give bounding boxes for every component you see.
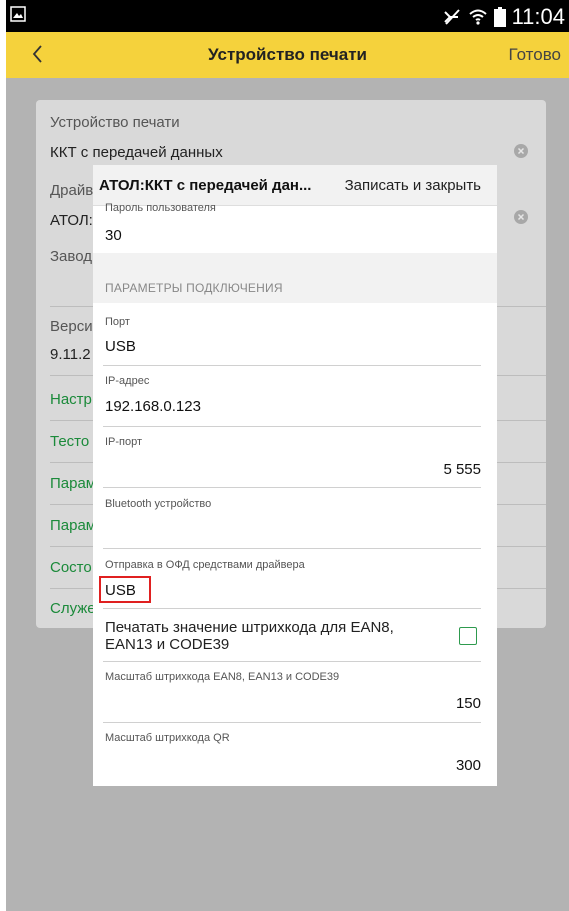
version-label: Верси — [50, 318, 93, 335]
ip-port-field[interactable]: 5 555 — [443, 461, 481, 478]
clear-device-icon[interactable] — [514, 144, 528, 158]
connection-params-section: ПАРАМЕТРЫ ПОДКЛЮЧЕНИЯ — [93, 253, 497, 303]
section-title: ПАРАМЕТРЫ ПОДКЛЮЧЕНИЯ — [105, 281, 283, 295]
serial-label: Завод — [50, 248, 92, 265]
done-button[interactable]: Готово — [509, 45, 562, 65]
password-label: Пароль пользователя — [105, 202, 216, 214]
ip-address-field[interactable]: 192.168.0.123 — [105, 398, 201, 415]
print-barcode-label: Печатать значение штрихкода для EAN8, EA… — [105, 619, 394, 653]
divider — [103, 722, 481, 723]
app-frame: 11:04 Устройство печати Готово Устройств… — [6, 0, 569, 911]
ofd-field[interactable]: USB — [105, 582, 136, 599]
port-field[interactable]: USB — [105, 338, 136, 355]
divider — [103, 548, 481, 549]
driver-settings-dialog: АТОЛ:ККТ с передачей дан... Записать и з… — [93, 165, 497, 786]
bluetooth-label: Bluetooth устройство — [105, 498, 212, 510]
gallery-notification-icon — [10, 6, 26, 22]
ip-port-label: IP-порт — [105, 436, 143, 448]
divider — [103, 365, 481, 366]
print-barcode-checkbox[interactable] — [459, 627, 477, 645]
device-value[interactable]: ККТ с передачей данных — [50, 144, 223, 161]
barcode-scale-label: Масштаб штрихкода EAN8, EAN13 и CODE39 — [105, 671, 340, 683]
driver-label: Драйв — [50, 182, 94, 199]
battery-icon — [493, 7, 506, 27]
clear-driver-icon[interactable] — [514, 210, 528, 224]
status-icons: 11:04 — [442, 4, 565, 30]
divider — [103, 426, 481, 427]
divider — [103, 487, 481, 488]
save-and-close-button[interactable]: Записать и закрыть — [345, 177, 481, 194]
link-state[interactable]: Состо — [50, 559, 92, 576]
page-title: Устройство печати — [207, 45, 368, 64]
driver-value[interactable]: АТОЛ: — [50, 212, 93, 229]
divider — [103, 661, 481, 662]
ofd-label: Отправка в ОФД средствами драйвера — [105, 559, 305, 571]
link-params-1[interactable]: Парам — [50, 475, 96, 492]
port-label: Порт — [105, 316, 130, 328]
link-params-2[interactable]: Парам — [50, 517, 96, 534]
ip-address-label: IP-адрес — [105, 375, 150, 387]
link-settings[interactable]: Настр — [50, 391, 92, 408]
mute-icon — [443, 9, 460, 25]
barcode-scale-field[interactable]: 150 — [456, 695, 481, 712]
dialog-header: АТОЛ:ККТ с передачей дан... Записать и з… — [93, 165, 497, 206]
wifi-icon — [468, 9, 487, 25]
password-field[interactable]: 30 — [105, 227, 122, 244]
qr-scale-field[interactable]: 300 — [456, 757, 481, 774]
status-time: 11:04 — [511, 4, 565, 29]
dialog-title: АТОЛ:ККТ с передачей дан... — [99, 177, 312, 194]
app-header: Устройство печати Готово — [6, 32, 569, 78]
divider — [103, 608, 481, 609]
link-service[interactable]: Служе — [50, 600, 96, 617]
device-label: Устройство печати — [50, 114, 180, 131]
status-bar: 11:04 — [6, 0, 569, 32]
qr-scale-label: Масштаб штрихкода QR — [105, 732, 230, 744]
link-test[interactable]: Тесто — [50, 433, 89, 450]
version-value: 9.11.2 — [50, 346, 91, 363]
